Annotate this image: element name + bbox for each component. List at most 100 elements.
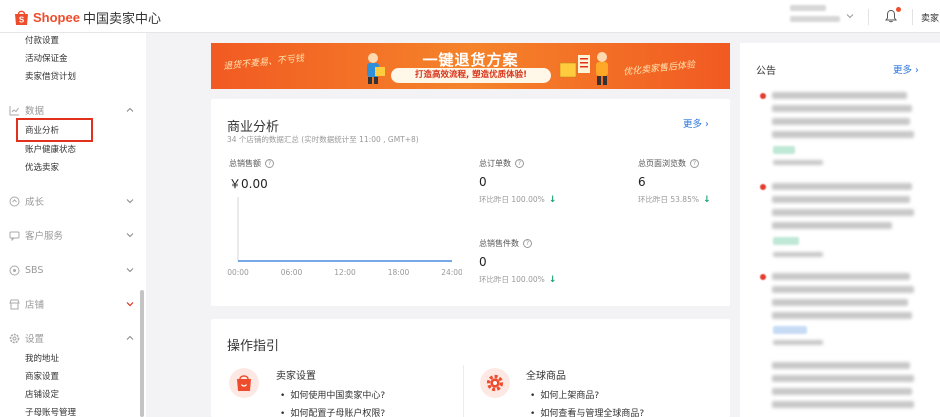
top-header: S Shopee 中国卖家中心 卖家: [0, 0, 940, 33]
seller-menu[interactable]: 卖家: [921, 11, 939, 24]
chart-icon: [9, 105, 19, 115]
redacted-date: [773, 340, 823, 345]
chevron-right-icon: ›: [705, 119, 709, 130]
help-icon[interactable]: ?: [523, 239, 532, 248]
guide-section-global-products: 全球商品: [526, 371, 566, 382]
sidebar-group-store[interactable]: 店铺: [9, 297, 134, 311]
redacted-text: [772, 183, 912, 190]
sidebar-item-merchant-settings[interactable]: 商家设置: [25, 370, 59, 382]
gear-icon: [480, 368, 510, 398]
chevron-up-icon: [126, 107, 134, 112]
sidebar-group-customer-service[interactable]: 客户服务: [9, 228, 134, 242]
sidebar-item-sub-account[interactable]: 子母账号管理: [25, 406, 76, 417]
sidebar-scrollbar[interactable]: [140, 290, 144, 417]
unread-dot: [760, 93, 766, 99]
chart-x-tick-label: 24:00: [441, 268, 462, 277]
store-icon: [9, 299, 20, 309]
redacted-text: [772, 362, 910, 369]
arrow-down-icon: ↓: [548, 274, 557, 285]
metric-total-pageviews-label: 总页面浏览数?: [638, 158, 699, 169]
sidebar-item-preferred-seller[interactable]: 优选卖家: [25, 161, 59, 173]
metric-total-pageviews-compare: 环比昨日 53.85% ↓: [638, 194, 711, 205]
redacted-tag: [773, 326, 807, 334]
chart-x-tick-label: 00:00: [227, 268, 249, 277]
redacted-tag: [773, 146, 795, 154]
shopee-bag-icon: S: [15, 10, 28, 25]
redacted-tag: [773, 237, 799, 245]
account-name-redacted: [790, 5, 826, 11]
redacted-text: [772, 222, 892, 229]
svg-text:S: S: [19, 15, 25, 24]
sales-line-chart: 00:00 06:00 12:00 18:00 24:00: [227, 197, 462, 277]
arrow-down-icon: ↓: [548, 194, 557, 205]
analytics-title: 商业分析: [227, 120, 280, 135]
guide-divider: [463, 365, 464, 417]
sidebar-item-deposit[interactable]: 活动保证金: [25, 52, 68, 64]
header-divider: [912, 9, 913, 25]
growth-icon: [9, 196, 20, 206]
guide-link-use-seller-center[interactable]: 如何使用中国卖家中心?: [280, 388, 385, 401]
selected-item-highlight: [16, 118, 93, 142]
redacted-text: [772, 401, 914, 408]
guide-link-manage-global-products[interactable]: 如何查看与管理全球商品?: [530, 406, 644, 417]
gear-icon: [9, 333, 20, 343]
chevron-up-icon: [126, 335, 134, 340]
help-icon[interactable]: ?: [690, 159, 699, 168]
account-switcher[interactable]: [790, 5, 842, 27]
chevron-down-icon[interactable]: [846, 12, 854, 20]
sidebar-item-account-health[interactable]: 账户健康状态: [25, 143, 76, 155]
redacted-text: [772, 286, 914, 293]
sidebar-item-my-address[interactable]: 我的地址: [25, 352, 59, 364]
announcement-more-link[interactable]: 更多 ›: [893, 62, 919, 76]
sidebar-group-sbs[interactable]: SBS: [9, 263, 134, 277]
metric-total-orders-value: 0: [479, 175, 487, 189]
chevron-down-icon: [126, 199, 134, 204]
packages-illustration: [559, 52, 608, 85]
header-divider: [868, 9, 869, 25]
guide-section-seller-settings: 卖家设置: [276, 371, 316, 382]
redacted-text: [772, 312, 912, 319]
redacted-text: [772, 196, 910, 203]
metric-total-units-compare: 环比昨日 100.00% ↓: [479, 274, 557, 285]
redacted-text: [772, 273, 910, 280]
account-company-redacted: [790, 16, 840, 22]
promo-banner[interactable]: 退货不麦易、不亏钱 一键退货方案 打造高效流程, 塑造优质体验! 优化卖家售后体…: [211, 43, 730, 89]
unread-dot: [760, 184, 766, 190]
warehouse-icon: [9, 265, 20, 275]
redacted-date: [773, 160, 823, 165]
chart-x-tick-label: 18:00: [388, 268, 410, 277]
guide-title: 操作指引: [227, 339, 280, 354]
metric-total-units-value: 0: [479, 255, 487, 269]
bell-icon[interactable]: [885, 9, 897, 23]
redacted-text: [772, 299, 908, 306]
shopping-bag-icon: [229, 368, 259, 398]
banner-subtitle: 打造高效流程, 塑造优质体验!: [391, 68, 551, 83]
help-icon[interactable]: ?: [265, 159, 274, 168]
sidebar-item-payment-settings[interactable]: 付款设置: [25, 34, 59, 46]
redacted-text: [772, 209, 914, 216]
sidebar: [0, 33, 146, 417]
metric-total-sales-label: 总销售额?: [229, 158, 274, 169]
arrow-down-icon: ↓: [702, 194, 711, 205]
analytics-more-link[interactable]: 更多 ›: [683, 116, 709, 130]
guide-link-config-sub-account[interactable]: 如何配置子母账户权限?: [280, 406, 385, 417]
shopee-logo[interactable]: S Shopee 中国卖家中心: [14, 7, 161, 27]
sidebar-group-data[interactable]: 数据: [9, 103, 134, 117]
redacted-date: [773, 252, 823, 257]
redacted-text: [772, 388, 912, 395]
guide-link-list-product[interactable]: 如何上架商品?: [530, 388, 599, 401]
redacted-text: [772, 118, 910, 125]
sidebar-item-loan[interactable]: 卖家借贷计划: [25, 70, 76, 82]
chart-x-tick-label: 12:00: [334, 268, 356, 277]
sidebar-group-growth[interactable]: 成长: [9, 194, 134, 208]
redacted-text: [772, 92, 907, 99]
redacted-text: [772, 105, 912, 112]
analytics-subtitle: 34 个店铺的数据汇总 (实时数据统计至 11:00 , GMT+8): [227, 135, 419, 144]
chevron-down-icon: [126, 302, 134, 307]
help-icon[interactable]: ?: [515, 159, 524, 168]
metric-total-orders-label: 总订单数?: [479, 158, 524, 169]
sidebar-group-settings[interactable]: 设置: [9, 331, 134, 345]
redacted-text: [772, 375, 914, 382]
sidebar-item-store-settings[interactable]: 店铺设定: [25, 388, 59, 400]
metric-total-pageviews-value: 6: [638, 175, 646, 189]
